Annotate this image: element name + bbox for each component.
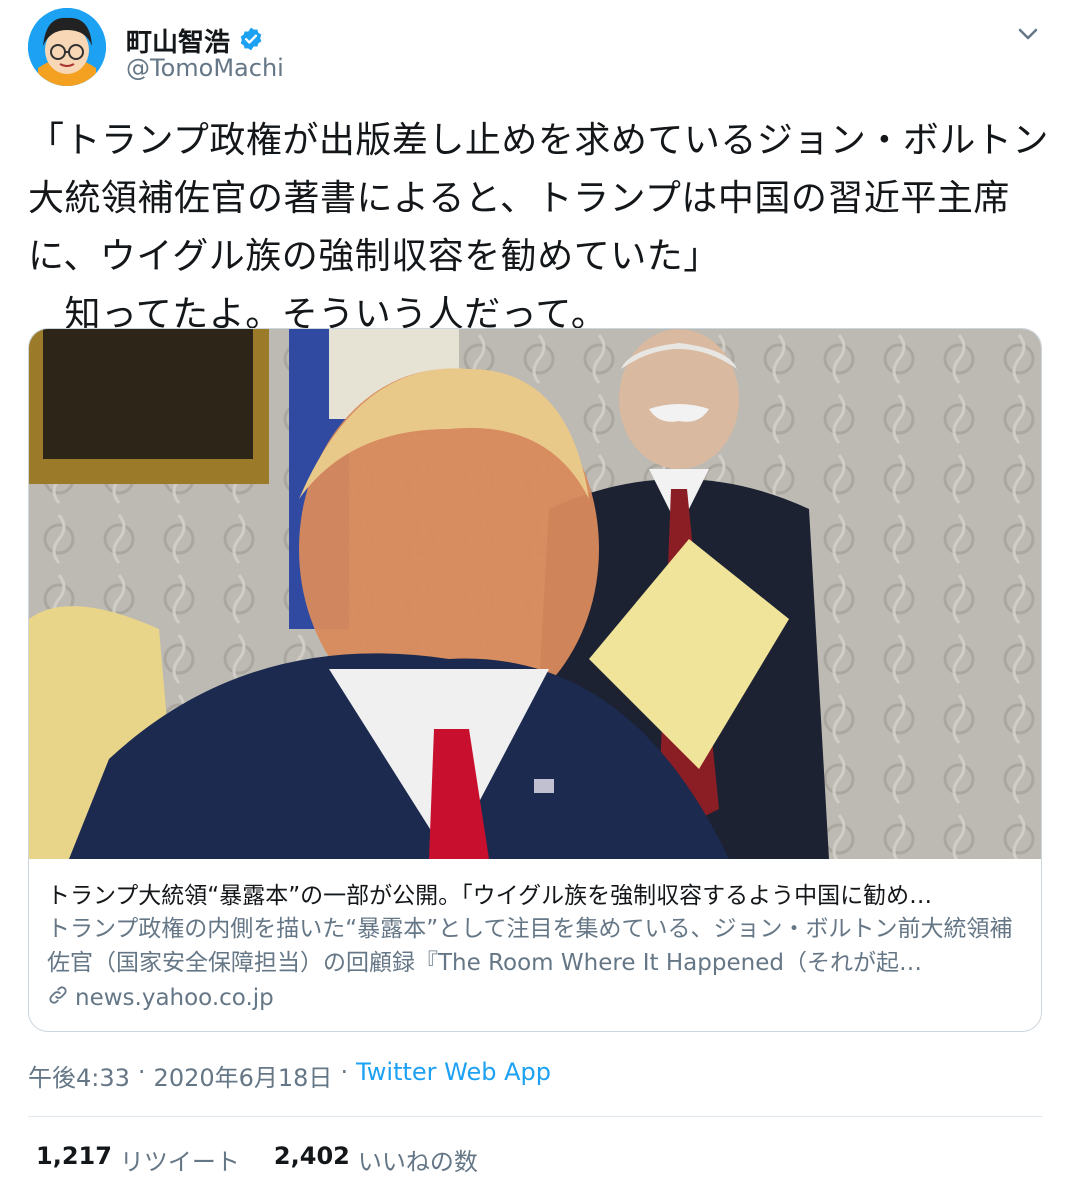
retweets-count: 1,217	[36, 1142, 112, 1170]
chevron-down-icon[interactable]	[1012, 18, 1044, 50]
avatar[interactable]	[28, 8, 106, 86]
tweet-meta: 午後4:33 · 2020年6月18日 · Twitter Web App	[28, 1058, 551, 1093]
tweet-stats: 1,217 リツイート 2,402 いいねの数	[36, 1142, 478, 1177]
likes-stat[interactable]: 2,402 いいねの数	[274, 1142, 478, 1177]
card-image[interactable]	[29, 329, 1041, 859]
link-card[interactable]: トランプ大統領“暴露本”の一部が公開。「ウイグル族を強制収容するよう中国に勧め……	[28, 328, 1042, 1032]
divider	[28, 1116, 1042, 1117]
tweet-time[interactable]: 午後4:33	[28, 1058, 130, 1093]
verified-badge-icon	[238, 26, 264, 56]
likes-label: いいねの数	[357, 1148, 478, 1176]
card-title[interactable]: トランプ大統領“暴露本”の一部が公開。「ウイグル族を強制収容するよう中国に勧め…	[47, 876, 1023, 910]
handle[interactable]: @TomoMachi	[126, 54, 284, 82]
card-body[interactable]: トランプ大統領“暴露本”の一部が公開。「ウイグル族を強制収容するよう中国に勧め……	[29, 860, 1041, 1030]
card-domain[interactable]: news.yahoo.co.jp	[47, 984, 274, 1012]
tweet-header: 町山智浩 @TomoMachi	[28, 8, 1052, 96]
card-description: トランプ政権の内側を描いた“暴露本”として注目を集めている、ジョン・ボルトン前大…	[47, 916, 1013, 976]
retweets-stat[interactable]: 1,217 リツイート	[36, 1142, 240, 1177]
meta-separator: ·	[340, 1058, 349, 1086]
tweet-date[interactable]: 2020年6月18日	[154, 1058, 333, 1093]
meta-separator: ·	[137, 1058, 146, 1086]
card-domain-text: news.yahoo.co.jp	[75, 985, 274, 1011]
tweet-text: 「トランプ政権が出版差し止めを求めているジョン・ボルトン大統領補佐官の著書による…	[28, 120, 1049, 335]
tweet-source[interactable]: Twitter Web App	[356, 1058, 551, 1093]
link-icon	[47, 984, 69, 1012]
likes-count: 2,402	[273, 1142, 350, 1170]
retweets-label: リツイート	[119, 1148, 240, 1176]
